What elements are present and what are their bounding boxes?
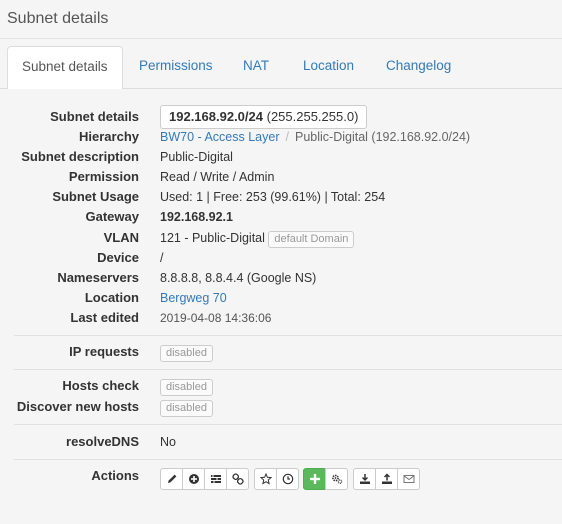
nameservers-row: Nameservers 8.8.8.8, 8.8.4.4 (Google NS)	[0, 268, 562, 288]
plus-icon	[309, 474, 320, 484]
location-row: Location Bergweg 70	[0, 288, 562, 308]
favourite-button[interactable]	[254, 468, 277, 490]
hierarchy-parent-link[interactable]: BW70 - Access Layer	[160, 130, 280, 144]
resolve-dns-row: resolveDNS No	[0, 432, 562, 452]
vlan-row: VLAN 121 - Public-Digital default Domain	[0, 228, 562, 248]
add-actions-group	[303, 468, 348, 490]
hosts-check-label: Hosts check	[62, 378, 139, 393]
resolve-dns-label: resolveDNS	[66, 434, 139, 449]
details-panel: Subnet details 192.168.92.0/24 (255.255.…	[0, 89, 562, 524]
ip-requests-badge: disabled	[160, 345, 213, 362]
discover-badge: disabled	[160, 400, 213, 417]
link-button[interactable]	[226, 468, 249, 490]
last-edited-value: 2019-04-08 14:36:06	[160, 311, 272, 325]
edit-button[interactable]	[160, 468, 183, 490]
discover-label: Discover new hosts	[16, 399, 139, 414]
gateway-row: Gateway 192.168.92.1	[0, 207, 562, 227]
tab-subnet-details[interactable]: Subnet details	[7, 46, 123, 90]
description-label: Subnet description	[21, 149, 139, 164]
tab-permissions[interactable]: Permissions	[125, 46, 227, 89]
location-value: Bergweg 70	[160, 288, 227, 308]
location-link[interactable]: Bergweg 70	[160, 291, 227, 305]
last-edited-label: Last edited	[70, 310, 139, 325]
transfer-actions-group	[353, 468, 420, 490]
hierarchy-current: Public-Digital (192.168.92.0/24)	[294, 130, 471, 144]
edit-actions-group	[160, 468, 249, 490]
favourite-actions-group	[254, 468, 299, 490]
device-row: Device /	[0, 248, 562, 268]
star-icon	[259, 473, 272, 485]
vlan-value: 121 - Public-Digital default Domain	[160, 228, 355, 248]
hosts-check-row: Hosts check disabled	[0, 376, 562, 396]
tab-location[interactable]: Location	[289, 46, 368, 89]
hierarchy-value: BW70 - Access Layer / Public-Digital (192.…	[160, 127, 470, 147]
nameservers-value: 8.8.8.8, 8.8.4.4 (Google NS)	[160, 271, 317, 285]
description-value: Public-Digital	[160, 150, 233, 164]
title-divider	[0, 38, 562, 39]
usage-row: Subnet Usage Used: 1 | Free: 253 (99.61%…	[0, 187, 562, 207]
page-title: Subnet details	[7, 10, 109, 27]
plus-circle-icon	[188, 474, 199, 484]
subnet-value: 192.168.92.0/24 (255.255.255.0)	[160, 105, 368, 129]
vlan-text: 121 - Public-Digital	[160, 231, 265, 245]
subnet-label: Subnet details	[50, 109, 139, 124]
permission-value: Read / Write / Admin	[160, 170, 275, 184]
import-button[interactable]	[353, 468, 376, 490]
download-icon	[359, 474, 370, 484]
add-subnet-button[interactable]	[182, 468, 205, 490]
tab-nat[interactable]: NAT	[229, 46, 283, 89]
nameservers-label: Nameservers	[57, 270, 139, 285]
divider	[14, 335, 562, 336]
gateway-label: Gateway	[85, 209, 139, 224]
hosts-check-badge: disabled	[160, 379, 213, 396]
permission-label: Permission	[68, 169, 139, 184]
divider	[14, 424, 562, 425]
ip-requests-row: IP requests disabled	[0, 342, 562, 362]
envelope-icon	[403, 475, 414, 483]
actions-row: Actions	[0, 466, 562, 490]
link-icon	[231, 473, 244, 485]
export-button[interactable]	[375, 468, 398, 490]
gateway-value: 192.168.92.1	[160, 210, 233, 224]
breadcrumb-separator: /	[285, 130, 289, 144]
device-value: /	[160, 251, 164, 265]
subnet-box: 192.168.92.0/24 (255.255.255.0)	[160, 105, 368, 129]
discover-value: disabled	[160, 397, 213, 417]
hierarchy-label: Hierarchy	[79, 129, 139, 144]
last-edited-row: Last edited 2019-04-08 14:36:06	[0, 308, 562, 328]
subnet-cidr: 192.168.92.0/24	[169, 109, 263, 124]
tab-changelog[interactable]: Changelog	[372, 46, 465, 89]
location-label: Location	[84, 290, 139, 305]
tasks-icon	[210, 475, 221, 483]
resolve-dns-value: No	[160, 435, 176, 449]
settings-button[interactable]	[325, 468, 348, 490]
vlan-domain-badge: default Domain	[268, 231, 355, 248]
history-button[interactable]	[276, 468, 299, 490]
add-button[interactable]	[303, 468, 326, 490]
permission-row: Permission Read / Write / Admin	[0, 167, 562, 187]
pencil-icon	[167, 474, 176, 483]
cogs-icon	[331, 474, 342, 484]
discover-row: Discover new hosts disabled	[0, 397, 562, 417]
email-button[interactable]	[397, 468, 420, 490]
actions-label: Actions	[91, 468, 139, 483]
device-label: Device	[97, 250, 139, 265]
vlan-label: VLAN	[103, 230, 139, 245]
subnet-mask: (255.255.255.0)	[266, 109, 359, 124]
hierarchy-row: Hierarchy BW70 - Access Layer / Public-Dig…	[0, 127, 562, 147]
tasks-button[interactable]	[204, 468, 227, 490]
divider	[14, 459, 562, 460]
ip-requests-value: disabled	[160, 342, 213, 362]
ip-requests-label: IP requests	[69, 344, 139, 359]
upload-icon	[381, 473, 392, 484]
description-row: Subnet description Public-Digital	[0, 147, 562, 167]
clock-icon	[282, 473, 293, 485]
subnet-row: Subnet details 192.168.92.0/24 (255.255.…	[0, 105, 562, 129]
usage-label: Subnet Usage	[52, 189, 139, 204]
usage-value: Used: 1 | Free: 253 (99.61%) | Total: 25…	[160, 190, 386, 204]
tab-bar: Subnet details Permissions NAT Location …	[0, 46, 562, 90]
divider	[14, 369, 562, 370]
hosts-check-value: disabled	[160, 376, 213, 396]
